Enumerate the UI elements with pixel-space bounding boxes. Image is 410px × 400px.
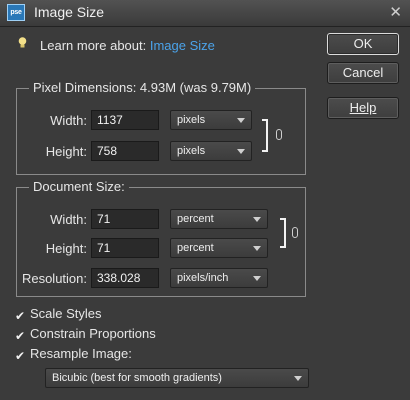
resample-method-value: Bicubic (best for smooth gradients): [52, 372, 222, 384]
pixel-dimensions-legend: Pixel Dimensions: 4.93M (was 9.79M): [29, 80, 256, 95]
resolution-input[interactable]: 338.028: [91, 268, 159, 288]
window-title: Image Size: [34, 4, 105, 20]
chevron-down-icon: [253, 276, 261, 281]
chevron-down-icon: [237, 118, 245, 123]
doc-width-unit-select[interactable]: percent: [170, 209, 268, 229]
resample-method-select[interactable]: Bicubic (best for smooth gradients): [45, 368, 309, 388]
cancel-button[interactable]: Cancel: [327, 62, 399, 84]
ok-button[interactable]: OK: [327, 33, 399, 55]
resolution-unit-value: pixels/inch: [177, 272, 229, 284]
resolution-label: Resolution:: [21, 271, 87, 286]
doc-height-unit-select[interactable]: percent: [170, 238, 268, 258]
doc-height-input[interactable]: 71: [91, 238, 159, 258]
chain-link-icon: [276, 129, 282, 140]
resolution-unit-select[interactable]: pixels/inch: [170, 268, 268, 288]
doc-width-label: Width:: [50, 212, 87, 227]
chevron-down-icon: [253, 246, 261, 251]
pixel-height-unit-value: pixels: [177, 145, 206, 157]
app-icon: pse: [7, 4, 25, 21]
chevron-down-icon: [237, 149, 245, 154]
lightbulb-icon: [18, 37, 27, 48]
checkmark-icon: ✔: [15, 329, 26, 343]
chevron-down-icon: [253, 217, 261, 222]
chain-link-icon: [292, 227, 298, 238]
doc-height-label: Height:: [45, 241, 87, 256]
constrain-proportions-checkbox[interactable]: ✔ Constrain Proportions: [15, 326, 156, 342]
resample-image-checkbox[interactable]: ✔ Resample Image:: [15, 346, 132, 362]
resample-image-label: Resample Image:: [30, 346, 132, 361]
learn-more-label: Learn more about:: [40, 38, 150, 53]
document-size-legend: Document Size:: [29, 179, 129, 194]
chevron-down-icon: [294, 376, 302, 381]
scale-styles-label: Scale Styles: [30, 306, 102, 321]
title-bar: pse Image Size ✕: [0, 0, 410, 27]
pixel-height-unit-select[interactable]: pixels: [170, 141, 252, 161]
pixel-width-input[interactable]: 1137: [91, 110, 159, 130]
scale-styles-checkbox[interactable]: ✔ Scale Styles: [15, 306, 102, 322]
pixel-width-unit-select[interactable]: pixels: [170, 110, 252, 130]
pixel-height-input[interactable]: 758: [91, 141, 159, 161]
constrain-proportions-label: Constrain Proportions: [30, 326, 156, 341]
constrain-bracket: [262, 119, 268, 152]
close-icon[interactable]: ✕: [389, 3, 402, 21]
help-button-label: Help: [349, 100, 377, 115]
checkmark-icon: ✔: [15, 309, 26, 323]
doc-width-input[interactable]: 71: [91, 209, 159, 229]
help-button[interactable]: Help: [327, 97, 399, 119]
document-size-group: Document Size: Width: 71 percent Height:…: [16, 179, 306, 297]
pixel-dimensions-group: Pixel Dimensions: 4.93M (was 9.79M) Widt…: [16, 80, 306, 175]
width-label: Width:: [50, 113, 87, 128]
learn-more: Learn more about: Image Size: [18, 37, 215, 53]
checkmark-icon: ✔: [15, 349, 26, 363]
doc-constrain-bracket: [280, 218, 286, 248]
pixel-width-unit-value: pixels: [177, 114, 206, 126]
height-label: Height:: [45, 144, 87, 159]
doc-width-unit-value: percent: [177, 213, 214, 225]
image-size-help-link[interactable]: Image Size: [150, 38, 215, 53]
doc-height-unit-value: percent: [177, 242, 214, 254]
